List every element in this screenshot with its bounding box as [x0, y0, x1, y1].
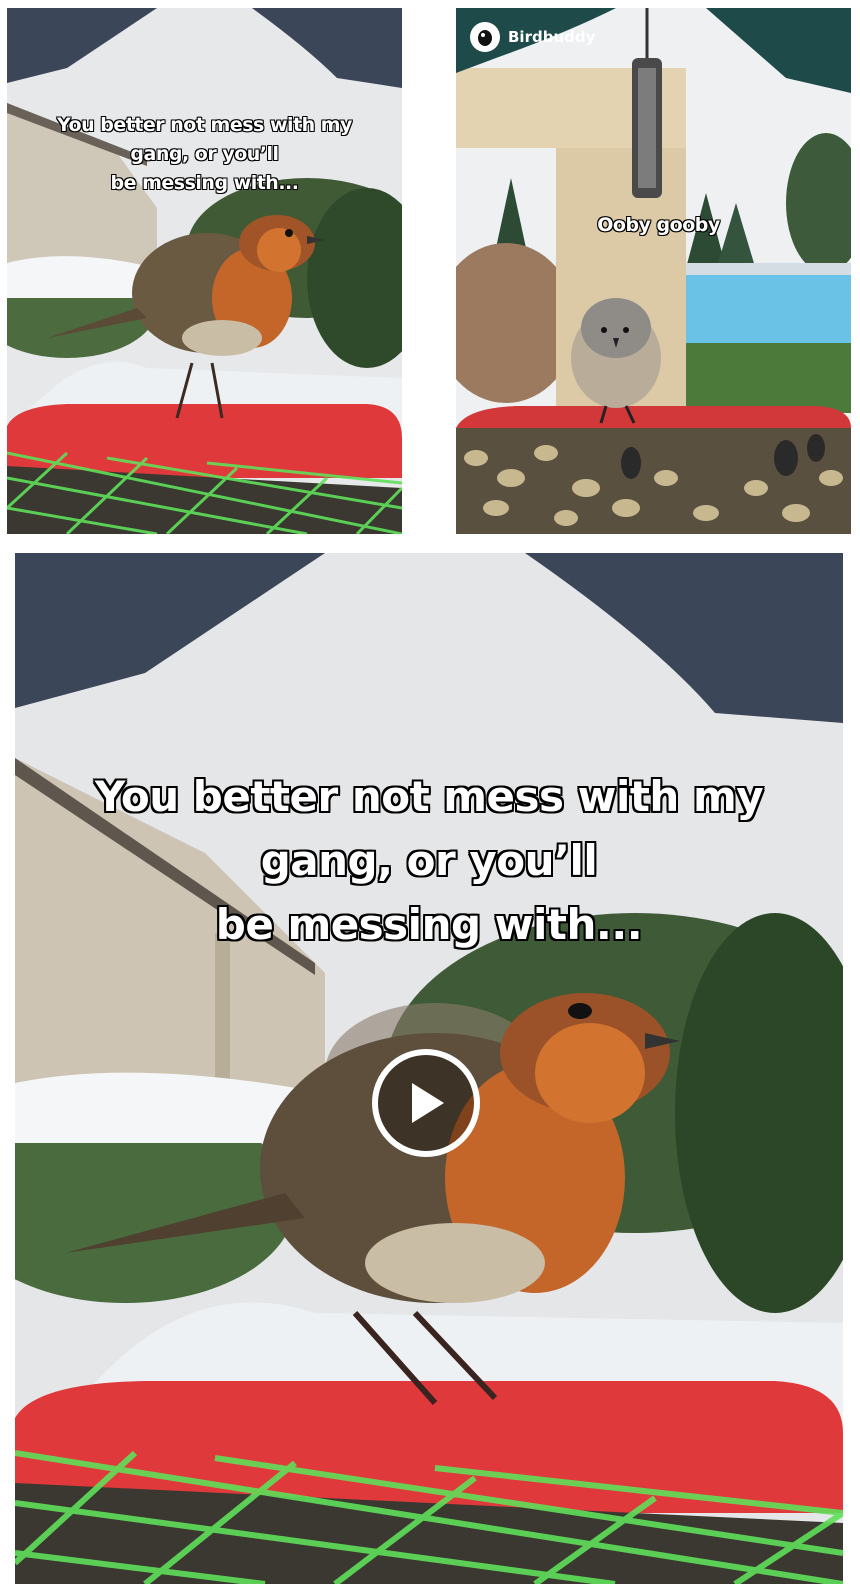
- video-card-chickadee[interactable]: Birdbuddy Ooby gooby: [456, 8, 851, 534]
- post-caption: You better not mess with my gang, or you…: [57, 114, 352, 194]
- post-caption: Ooby gooby: [597, 214, 720, 236]
- video-card-robin-large[interactable]: You better not mess with my gang, or you…: [15, 553, 843, 1584]
- post-caption: You better not mess with my gang, or you…: [94, 772, 764, 949]
- brand-badge: Birdbuddy: [470, 22, 595, 52]
- play-icon: [412, 1083, 444, 1123]
- robin-scene-image: [7, 8, 402, 534]
- play-button[interactable]: [372, 1049, 480, 1157]
- brand-name: Birdbuddy: [508, 28, 596, 46]
- bird-logo-icon: [470, 22, 500, 52]
- video-card-robin-small[interactable]: You better not mess with my gang, or you…: [7, 8, 402, 534]
- chickadee-scene-image: [456, 8, 851, 534]
